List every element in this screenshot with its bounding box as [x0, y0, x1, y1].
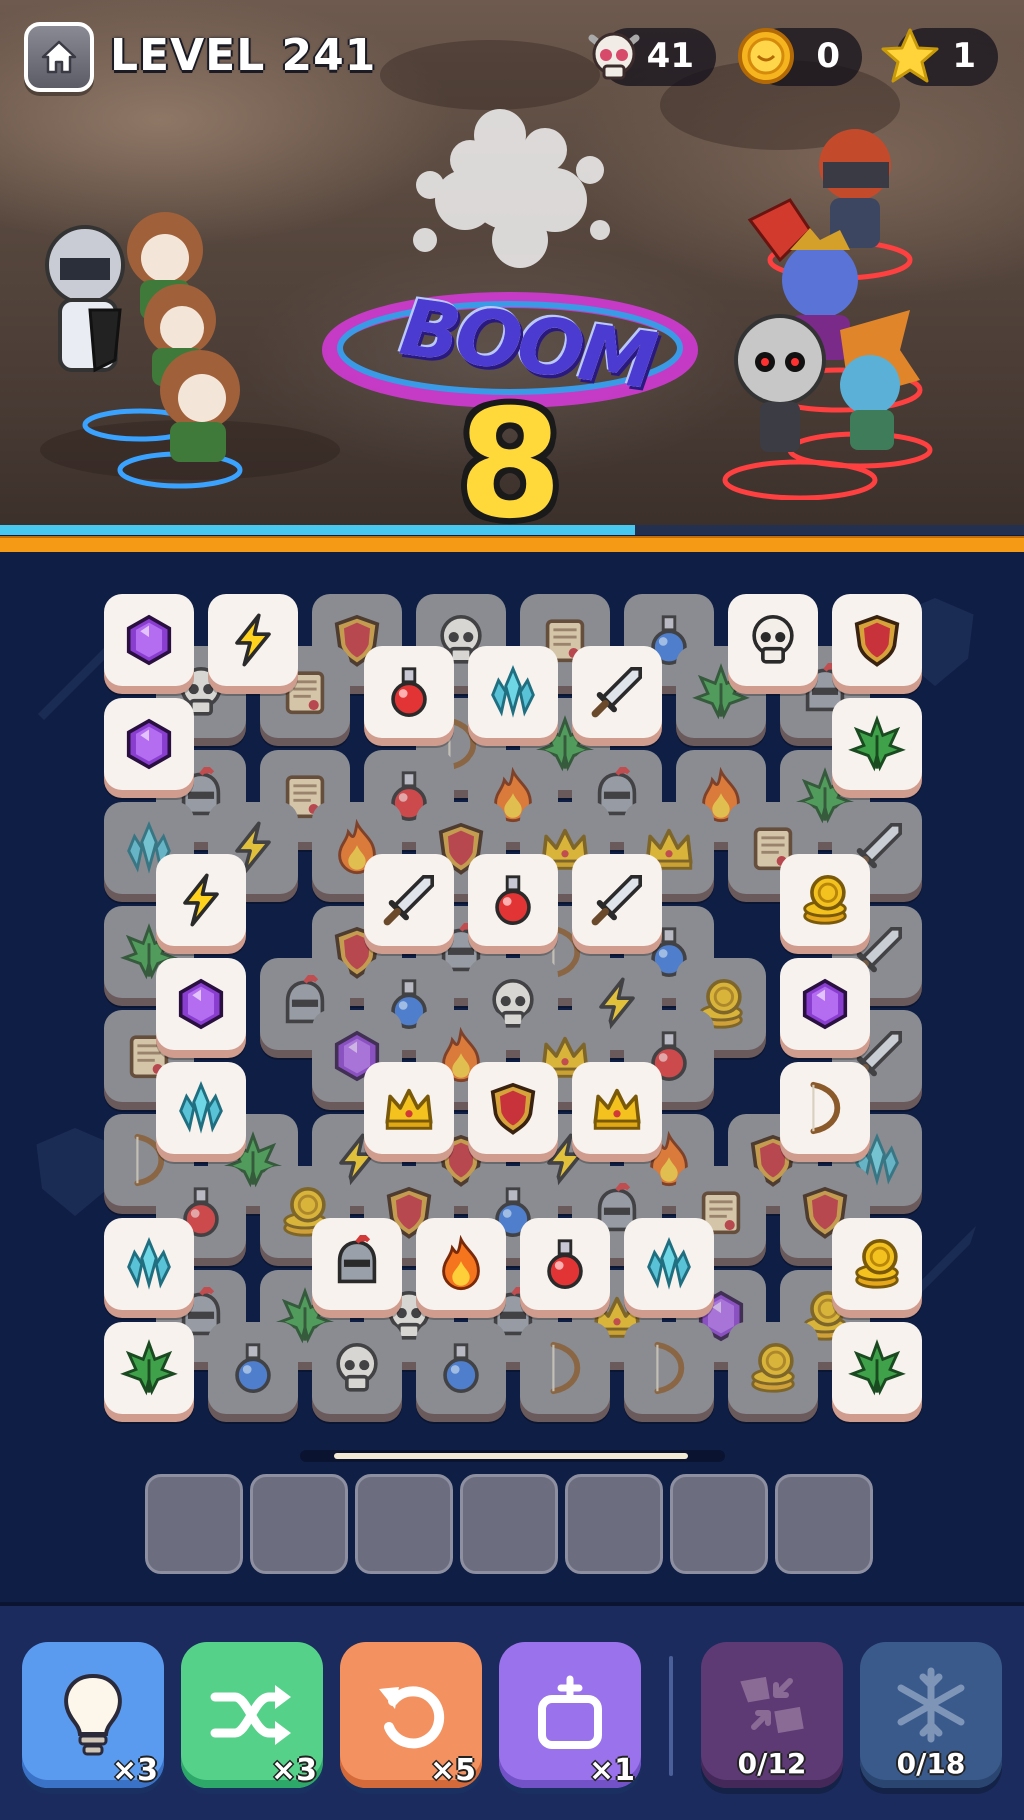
- skull-icon: [336, 1342, 378, 1392]
- sword-icon: [383, 874, 435, 926]
- tray-slot: [145, 1474, 243, 1574]
- crown-icon: [385, 1088, 433, 1130]
- tile-sword[interactable]: [364, 854, 454, 946]
- hint-button[interactable]: ×3: [22, 1642, 164, 1788]
- tile-bow[interactable]: [780, 1062, 870, 1154]
- crown-icon: [593, 1088, 641, 1130]
- tile-coins[interactable]: [780, 854, 870, 946]
- tile-coins: [728, 1322, 818, 1414]
- merge-booster-progress: 0/12: [737, 1747, 807, 1780]
- powerup-separator: [669, 1656, 673, 1776]
- tray-slot: [250, 1474, 348, 1574]
- shuffle-icon: [210, 1685, 291, 1745]
- tile-crown[interactable]: [572, 1062, 662, 1154]
- lightning-icon: [235, 613, 271, 667]
- undo-icon: [379, 1686, 445, 1749]
- tile-bow: [624, 1322, 714, 1414]
- shuffle-button[interactable]: ×3: [181, 1642, 323, 1788]
- tile-leaf[interactable]: [104, 1322, 194, 1414]
- freeze-booster-progress: 0/18: [896, 1747, 966, 1780]
- hint-count: ×3: [111, 1753, 158, 1788]
- tray-scroll-thumb[interactable]: [334, 1453, 688, 1459]
- merge-icon: [740, 1676, 804, 1734]
- tile-crown[interactable]: [364, 1062, 454, 1154]
- gem-icon: [802, 978, 848, 1030]
- crystal-icon: [491, 665, 535, 718]
- game-screen: BOOM 8 LEVEL 241 41 0 1 ×3 ×3 ×5 ×1 0/12…: [0, 0, 1024, 1820]
- fire-icon: [442, 1235, 480, 1291]
- sword-icon: [591, 874, 643, 926]
- tile-gem[interactable]: [156, 958, 246, 1050]
- potion-blue-icon: [235, 1343, 271, 1394]
- tile-gem[interactable]: [104, 594, 194, 686]
- tile-crystal[interactable]: [156, 1062, 246, 1154]
- tile-potion-blue: [416, 1322, 506, 1414]
- sword-icon: [591, 666, 643, 718]
- leaf-icon: [848, 715, 906, 772]
- bow-icon: [654, 1341, 685, 1395]
- tile-gem[interactable]: [104, 698, 194, 790]
- leaf-icon: [120, 1339, 178, 1396]
- snowflake-icon: [897, 1667, 965, 1743]
- tile-crystal[interactable]: [624, 1218, 714, 1310]
- tile-shield[interactable]: [468, 1062, 558, 1154]
- leaf-icon: [848, 1339, 906, 1396]
- tile-skull: [312, 1322, 402, 1414]
- tile-potion-red[interactable]: [364, 646, 454, 738]
- potion-red-icon: [495, 875, 531, 926]
- tile-potion-red[interactable]: [520, 1218, 610, 1310]
- tile-sword[interactable]: [572, 854, 662, 946]
- skull-icon: [752, 614, 794, 664]
- tile-coins[interactable]: [832, 1218, 922, 1310]
- coins-icon: [751, 1342, 795, 1393]
- tile-crystal[interactable]: [104, 1218, 194, 1310]
- tile-lightning[interactable]: [156, 854, 246, 946]
- tile-gem[interactable]: [780, 958, 870, 1050]
- tile-leaf[interactable]: [832, 1322, 922, 1414]
- add-slot-button[interactable]: ×1: [499, 1642, 641, 1788]
- tile-fire[interactable]: [416, 1218, 506, 1310]
- tray-slot: [355, 1474, 453, 1574]
- undo-count: ×5: [429, 1753, 476, 1788]
- merge-booster-button[interactable]: 0/12: [701, 1642, 843, 1788]
- tile-crystal[interactable]: [468, 646, 558, 738]
- tray-slot: [460, 1474, 558, 1574]
- lightbulb-icon: [64, 1673, 122, 1756]
- tile-skull[interactable]: [728, 594, 818, 686]
- tile-shield[interactable]: [832, 594, 922, 686]
- crystal-icon: [179, 1081, 223, 1134]
- tile-sword[interactable]: [572, 646, 662, 738]
- shuffle-count: ×3: [270, 1753, 317, 1788]
- potion-red-icon: [547, 1239, 583, 1290]
- tray-slot: [565, 1474, 663, 1574]
- bow-icon: [810, 1081, 841, 1135]
- add-slot-icon: [538, 1675, 602, 1749]
- bow-icon: [550, 1341, 581, 1395]
- tile-leaf[interactable]: [832, 698, 922, 790]
- tile-potion-red[interactable]: [468, 854, 558, 946]
- crystal-icon: [127, 1237, 171, 1290]
- shield-icon: [854, 614, 900, 667]
- coins-icon: [855, 1238, 899, 1289]
- powerup-bar: ×3 ×3 ×5 ×1 0/12 0/18: [0, 1602, 1024, 1820]
- crystal-icon: [647, 1237, 691, 1290]
- gem-icon: [126, 614, 172, 666]
- tile-bow: [520, 1322, 610, 1414]
- potion-blue-icon: [443, 1343, 479, 1394]
- freeze-booster-button[interactable]: 0/18: [860, 1642, 1002, 1788]
- coins-icon: [803, 874, 847, 925]
- undo-button[interactable]: ×5: [340, 1642, 482, 1788]
- lightning-icon: [183, 873, 219, 927]
- tile-helmet[interactable]: [312, 1218, 402, 1310]
- potion-red-icon: [391, 667, 427, 718]
- tile-potion-blue: [208, 1322, 298, 1414]
- add-slot-count: ×1: [588, 1753, 635, 1788]
- tray-slot: [775, 1474, 873, 1574]
- gem-icon: [178, 978, 224, 1030]
- shield-icon: [490, 1082, 536, 1135]
- tile-lightning[interactable]: [208, 594, 298, 686]
- gem-icon: [126, 718, 172, 770]
- tray-slot: [670, 1474, 768, 1574]
- helmet-icon: [337, 1235, 377, 1284]
